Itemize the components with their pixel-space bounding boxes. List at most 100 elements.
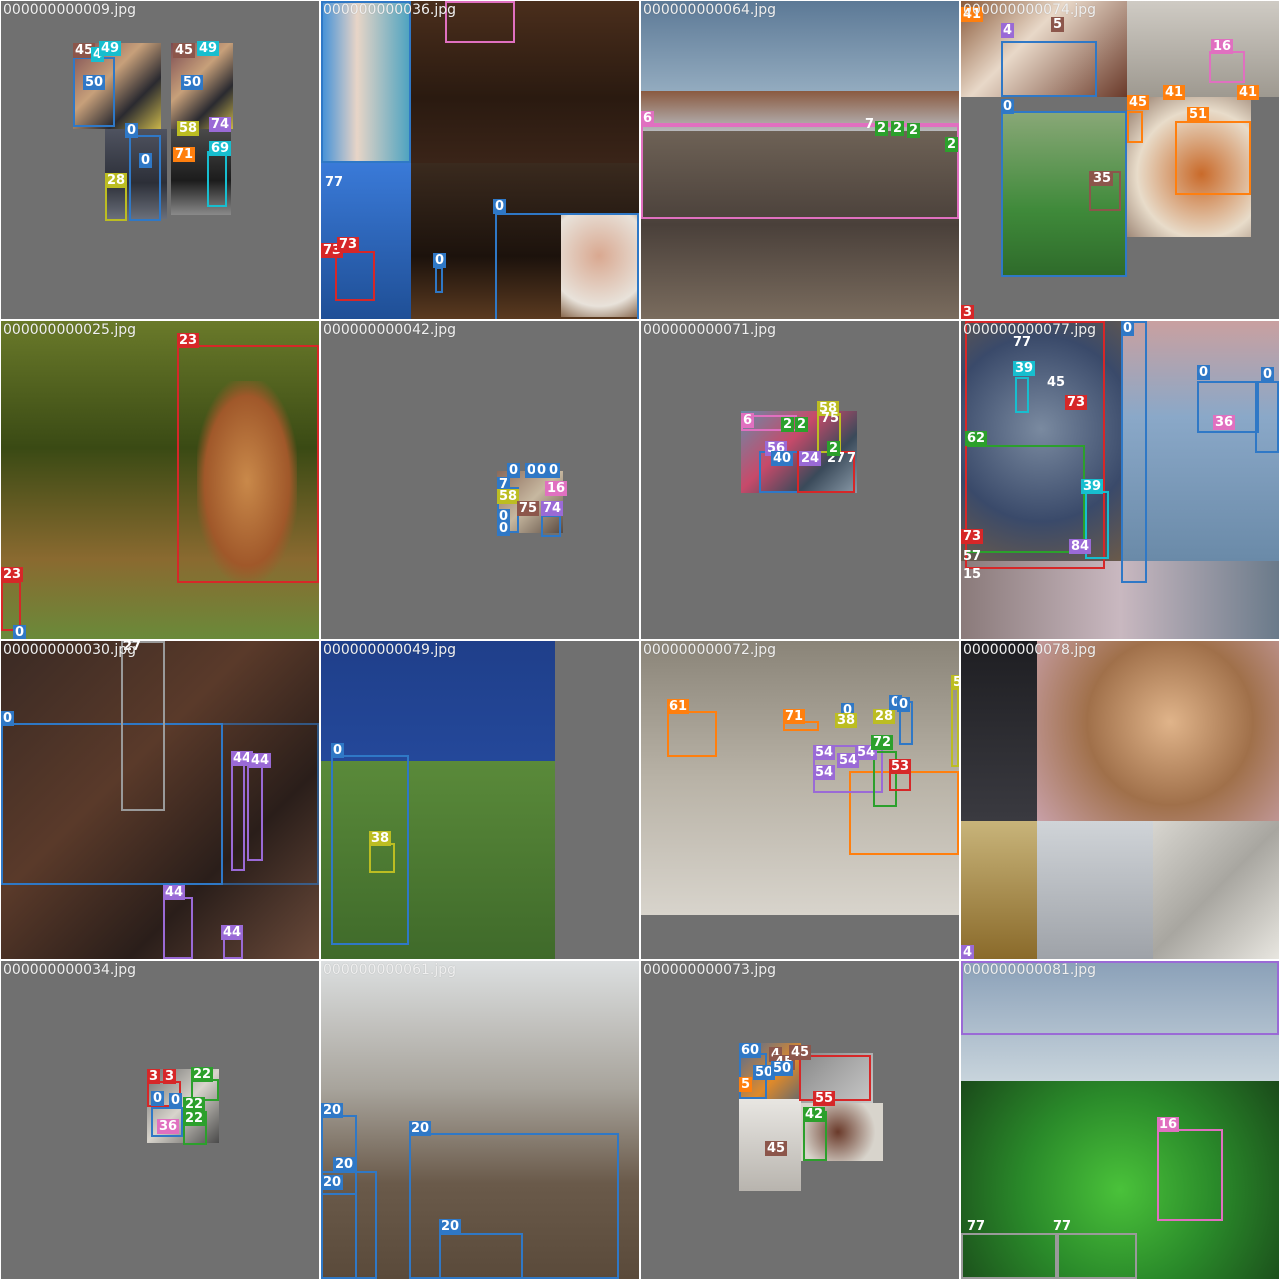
bounding-box bbox=[1209, 51, 1245, 83]
class-label: 49 bbox=[197, 41, 220, 56]
class-label: 20 bbox=[439, 1219, 462, 1234]
class-label: 28 bbox=[105, 173, 128, 188]
class-label: 2 bbox=[891, 121, 905, 136]
image-filename: 000000000034.jpg bbox=[3, 962, 136, 978]
class-label: 0 bbox=[507, 463, 521, 478]
class-label: 77 bbox=[325, 175, 344, 190]
class-label: 72 bbox=[871, 735, 894, 750]
image-filename: 000000000073.jpg bbox=[643, 962, 776, 978]
mosaic-tile: 000000000081.jpg 16 77 77 bbox=[961, 961, 1279, 1279]
class-label: 0 bbox=[169, 1093, 183, 1108]
class-label: 0 bbox=[1197, 365, 1211, 380]
class-label: 50 bbox=[83, 75, 106, 90]
bounding-box bbox=[321, 1, 411, 163]
class-label: 23 bbox=[1, 567, 24, 582]
bounding-box bbox=[335, 251, 375, 301]
class-label: 22 bbox=[183, 1097, 206, 1112]
mosaic-tile: 000000000030.jpg 27 0 44 44 44 44 bbox=[1, 641, 319, 959]
class-label: 42 bbox=[803, 1107, 826, 1122]
photo-region bbox=[1127, 1, 1279, 97]
class-label: 20 bbox=[321, 1175, 344, 1190]
class-label: 58 bbox=[497, 489, 520, 504]
bounding-box bbox=[177, 345, 319, 583]
class-label: 16 bbox=[1211, 39, 1234, 54]
bounding-box bbox=[1127, 111, 1143, 143]
class-label: 77 bbox=[1053, 1219, 1072, 1234]
class-label: 73 bbox=[1065, 395, 1088, 410]
bounding-box bbox=[667, 711, 717, 757]
class-label: 44 bbox=[163, 885, 186, 900]
mosaic-tile: 000000000034.jpg 3 3 22 0 0 22 36 22 bbox=[1, 961, 319, 1279]
bounding-box bbox=[321, 1193, 357, 1279]
photo-region bbox=[961, 821, 1037, 959]
mosaic-tile: 000000000073.jpg 60 4 45 45 5 50 50 55 4… bbox=[641, 961, 959, 1279]
class-label: 2 bbox=[907, 123, 921, 138]
mosaic-tile: 000000000074.jpg 41 4 5 16 0 45 41 41 51… bbox=[961, 1, 1279, 319]
class-label: 41 bbox=[1237, 85, 1260, 100]
bounding-box bbox=[105, 185, 127, 221]
class-label: 51 bbox=[1187, 107, 1210, 122]
image-filename: 000000000081.jpg bbox=[963, 962, 1096, 978]
image-filename: 000000000009.jpg bbox=[3, 2, 136, 18]
class-label: 16 bbox=[1157, 1117, 1180, 1132]
class-label: 4 bbox=[1001, 23, 1015, 38]
image-filename: 000000000049.jpg bbox=[323, 642, 456, 658]
class-label: 45 bbox=[1127, 95, 1150, 110]
class-label: 45 bbox=[1047, 375, 1066, 390]
class-label: 16 bbox=[545, 481, 568, 496]
class-label: 57 bbox=[963, 549, 982, 564]
bounding-box bbox=[1121, 321, 1147, 583]
class-label: 0 bbox=[1261, 367, 1275, 382]
bounding-box bbox=[435, 267, 443, 293]
class-label: 73 bbox=[337, 237, 360, 252]
class-label: 61 bbox=[667, 699, 690, 714]
bounding-box bbox=[439, 1233, 523, 1279]
class-label: 74 bbox=[541, 501, 564, 516]
bounding-box bbox=[961, 1233, 1057, 1279]
class-label: 36 bbox=[1213, 415, 1236, 430]
class-label: 53 bbox=[889, 759, 912, 774]
image-filename: 000000000036.jpg bbox=[323, 2, 456, 18]
class-label: 22 bbox=[183, 1111, 206, 1126]
class-label: 38 bbox=[835, 713, 858, 728]
mosaic-tile: 000000000049.jpg 0 38 bbox=[321, 641, 639, 959]
bounding-box bbox=[541, 515, 561, 537]
class-label: 62 bbox=[965, 431, 988, 446]
class-label: 44 bbox=[249, 753, 272, 768]
class-label: 15 bbox=[963, 567, 982, 582]
class-label: 5 bbox=[951, 675, 959, 690]
class-label: 2 bbox=[781, 417, 795, 432]
mosaic-tile: 000000000009.jpg 45 4 49 45 49 50 50 0 5… bbox=[1, 1, 319, 319]
class-label: 49 bbox=[99, 41, 122, 56]
class-label: 0 bbox=[13, 625, 27, 639]
class-label: 23 bbox=[177, 333, 200, 348]
class-label: 45 bbox=[789, 1045, 812, 1060]
bounding-box bbox=[1015, 377, 1029, 413]
class-label: 84 bbox=[1069, 539, 1092, 554]
photo-region bbox=[1037, 641, 1279, 821]
photo-region bbox=[961, 561, 1279, 639]
image-filename: 000000000030.jpg bbox=[3, 642, 136, 658]
class-label: 75 bbox=[821, 411, 840, 426]
class-label: 71 bbox=[783, 709, 806, 724]
bounding-box bbox=[1175, 121, 1251, 195]
class-label: 2 bbox=[875, 121, 889, 136]
image-filename: 000000000074.jpg bbox=[963, 2, 1096, 18]
mosaic-tile: 000000000071.jpg 6 2 2 58 75 56 40 24 27… bbox=[641, 321, 959, 639]
class-label: 41 bbox=[1163, 85, 1186, 100]
bounding-box bbox=[1255, 381, 1279, 453]
bounding-box bbox=[1157, 1129, 1223, 1221]
class-label: 22 bbox=[191, 1067, 214, 1082]
class-label: 69 bbox=[209, 141, 232, 156]
bounding-box bbox=[369, 843, 395, 873]
class-label: 6 bbox=[741, 413, 755, 428]
class-label: 5 bbox=[1051, 17, 1065, 32]
class-label: 0 bbox=[897, 697, 911, 712]
bounding-box bbox=[495, 213, 639, 319]
mosaic-tile: 000000000061.jpg 20 20 20 20 20 bbox=[321, 961, 639, 1279]
image-filename: 000000000071.jpg bbox=[643, 322, 776, 338]
class-label: 3 bbox=[147, 1069, 161, 1084]
class-label: 0 bbox=[151, 1091, 165, 1106]
class-label: 55 bbox=[813, 1091, 836, 1106]
class-label: 4 bbox=[961, 945, 975, 959]
